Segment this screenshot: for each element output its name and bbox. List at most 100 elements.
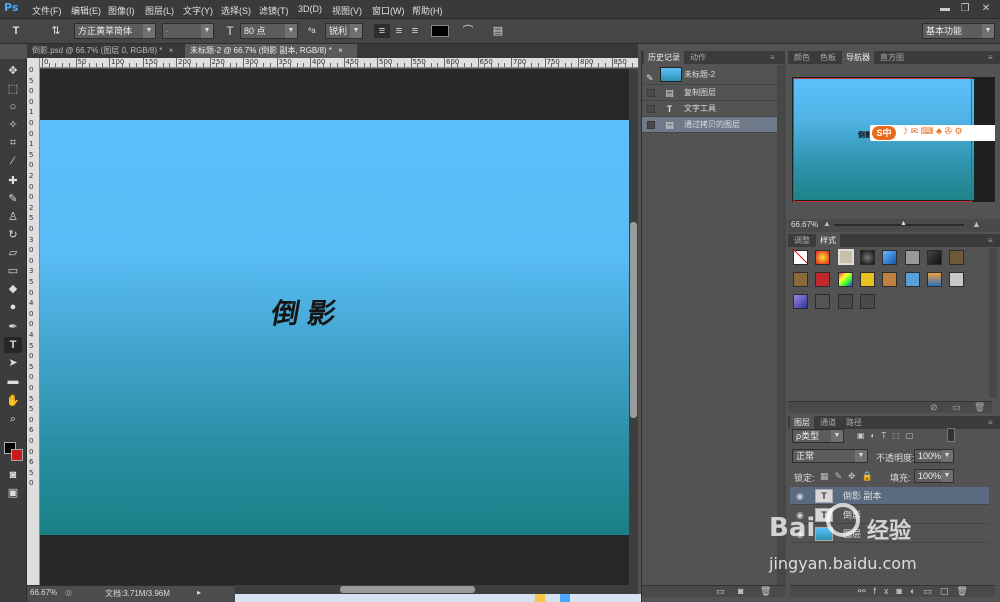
clear-style-icon[interactable]: ⊘ bbox=[930, 402, 938, 413]
menu-view[interactable]: 视图(V) bbox=[332, 4, 362, 17]
blur-tool-icon[interactable]: ◆ bbox=[4, 281, 22, 297]
menu-window[interactable]: 窗口(W) bbox=[372, 4, 405, 17]
shape-tool-icon[interactable]: ▬ bbox=[4, 373, 22, 389]
vertical-scroll-thumb[interactable] bbox=[630, 222, 637, 418]
doc-tab-reflection[interactable]: 倒影.psd @ 66.7% (图层 0, RGB/8) * × bbox=[27, 44, 177, 58]
type-tool-icon[interactable]: T bbox=[4, 337, 22, 353]
menu-edit[interactable]: 编辑(E) bbox=[71, 4, 101, 17]
menu-filter[interactable]: 滤镜(T) bbox=[259, 4, 289, 17]
marquee-tool-icon[interactable]: ⬚ bbox=[4, 81, 22, 97]
hand-tool-icon[interactable]: ✋ bbox=[4, 393, 22, 409]
close-icon[interactable]: × bbox=[338, 46, 343, 55]
history-source-checkbox[interactable] bbox=[647, 89, 655, 97]
gradient-tool-icon[interactable]: ▭ bbox=[4, 263, 22, 279]
style-swatch[interactable] bbox=[860, 294, 875, 309]
close-icon[interactable]: × bbox=[169, 46, 174, 55]
style-swatch[interactable] bbox=[838, 272, 853, 287]
history-source-checkbox[interactable] bbox=[647, 105, 655, 113]
menu-image[interactable]: 图像(I) bbox=[108, 4, 135, 17]
new-document-from-state-icon[interactable]: ▭ bbox=[716, 586, 725, 597]
snapshot-camera-icon[interactable]: ◙ bbox=[738, 586, 743, 596]
fill-input[interactable]: 100% ▼ bbox=[914, 469, 954, 483]
menu-layer[interactable]: 图层(L) bbox=[145, 4, 174, 17]
style-swatch[interactable] bbox=[927, 272, 942, 287]
zoom-out-icon[interactable]: ▲ bbox=[823, 219, 831, 228]
navigator-preview[interactable]: 倒影 S中 ☽ ✉ ⌨ ♣ ✇ ⚙ bbox=[792, 77, 995, 202]
path-selection-tool-icon[interactable]: ➤ bbox=[4, 355, 22, 371]
align-right-icon[interactable]: ≡ bbox=[407, 24, 423, 38]
tab-layers[interactable]: 图层 bbox=[790, 416, 814, 429]
style-swatch[interactable] bbox=[793, 294, 808, 309]
menu-file[interactable]: 文件(F) bbox=[32, 4, 62, 17]
background-color-swatch[interactable] bbox=[11, 449, 23, 461]
document-canvas[interactable]: 倒影 bbox=[40, 120, 629, 535]
style-swatch[interactable] bbox=[882, 250, 897, 265]
font-style-select[interactable]: - ▼ bbox=[162, 23, 214, 39]
sogou-ime-icon[interactable]: S中 bbox=[872, 126, 896, 140]
history-item-selected[interactable]: ▤ 通过拷贝的图层 bbox=[642, 117, 777, 133]
workspace-select[interactable]: 基本功能 ▼ bbox=[922, 23, 995, 39]
style-swatch-none[interactable] bbox=[792, 248, 808, 265]
vertical-ruler[interactable]: 0500100150200250300350400450500550600650 bbox=[27, 58, 40, 585]
menu-3d[interactable]: 3D(D) bbox=[298, 4, 322, 14]
style-swatch[interactable] bbox=[949, 250, 964, 265]
crop-tool-icon[interactable]: ⌗ bbox=[4, 135, 22, 151]
minimize-button[interactable]: ▬ bbox=[935, 1, 955, 16]
move-tool-icon[interactable]: ✥ bbox=[4, 63, 22, 79]
lasso-tool-icon[interactable]: ○ bbox=[4, 99, 22, 115]
healing-brush-tool-icon[interactable]: ✚ bbox=[4, 173, 22, 189]
style-swatch[interactable] bbox=[860, 250, 875, 265]
dodge-tool-icon[interactable]: ● bbox=[4, 299, 22, 315]
quick-mask-icon[interactable]: ◙ bbox=[4, 467, 22, 483]
history-source-checkbox[interactable] bbox=[647, 121, 655, 129]
character-panel-icon[interactable]: ▤ bbox=[490, 24, 506, 38]
style-swatch[interactable] bbox=[905, 250, 920, 265]
history-item[interactable]: T 文字工具 bbox=[642, 101, 777, 117]
horizontal-scroll-thumb[interactable] bbox=[340, 586, 475, 593]
tab-channels[interactable]: 通道 bbox=[816, 416, 840, 429]
menu-help[interactable]: 帮助(H) bbox=[412, 4, 443, 17]
style-swatch[interactable] bbox=[815, 272, 830, 287]
eyedropper-tool-icon[interactable]: ⁄ bbox=[4, 153, 22, 169]
new-style-icon[interactable]: ▭ bbox=[952, 402, 961, 413]
history-brush-source-icon[interactable]: ✎ bbox=[646, 70, 654, 86]
tab-navigator[interactable]: 导航器 bbox=[842, 51, 874, 64]
tab-color[interactable]: 颜色 bbox=[790, 51, 814, 64]
style-swatch[interactable] bbox=[815, 250, 830, 265]
tab-actions[interactable]: 动作 bbox=[686, 51, 710, 64]
clone-stamp-tool-icon[interactable]: ♙ bbox=[4, 209, 22, 225]
antialias-select[interactable]: 锐利 ▼ bbox=[325, 23, 363, 39]
status-icon[interactable]: ◎ bbox=[65, 588, 72, 597]
menu-select[interactable]: 选择(S) bbox=[221, 4, 251, 17]
canvas-text-layer[interactable]: 倒影 bbox=[268, 292, 347, 332]
taskbar-folder-icon[interactable] bbox=[535, 594, 545, 602]
style-swatch[interactable] bbox=[949, 272, 964, 287]
font-size-select[interactable]: 80 点 ▼ bbox=[240, 23, 298, 39]
layer-filter-select[interactable]: ρ类型 ▼ bbox=[792, 429, 844, 443]
style-swatch[interactable] bbox=[882, 272, 897, 287]
filter-toggle[interactable] bbox=[947, 428, 955, 442]
magic-wand-tool-icon[interactable]: ✧ bbox=[4, 117, 22, 133]
ime-tools-icon[interactable]: ☽ ✉ ⌨ ♣ ✇ ⚙ bbox=[900, 126, 963, 137]
menu-type[interactable]: 文字(Y) bbox=[183, 4, 213, 17]
zoom-slider[interactable] bbox=[834, 224, 964, 226]
warp-text-icon[interactable]: ⌒ bbox=[460, 24, 476, 38]
toggle-text-orientation-icon[interactable]: ⇅ bbox=[48, 24, 64, 38]
close-button[interactable]: ✕ bbox=[976, 1, 996, 16]
style-swatch[interactable] bbox=[927, 250, 942, 265]
zoom-level[interactable]: 66.67% bbox=[30, 588, 57, 597]
panel-menu-icon[interactable]: ≡ bbox=[984, 51, 997, 64]
zoom-slider-thumb[interactable]: ▲ bbox=[900, 220, 907, 227]
lock-icons[interactable]: ▦✎✥🔒 bbox=[820, 471, 879, 482]
style-swatch-selected[interactable] bbox=[838, 249, 854, 265]
panel-menu-icon[interactable]: ≡ bbox=[766, 51, 779, 64]
zoom-tool-icon[interactable]: ⌕ bbox=[4, 411, 22, 427]
type-tool-icon[interactable]: T bbox=[8, 24, 24, 38]
tab-history[interactable]: 历史记录 bbox=[644, 51, 684, 64]
doc-tab-untitled[interactable]: 未标题-2 @ 66.7% (倒影 副本, RGB/8) * × bbox=[185, 44, 357, 58]
opacity-input[interactable]: 100% ▼ bbox=[914, 449, 954, 463]
history-item[interactable]: ▤ 复制图层 bbox=[642, 85, 777, 101]
tab-styles[interactable]: 样式 bbox=[816, 234, 840, 247]
blend-mode-select[interactable]: 正常 ▼ bbox=[792, 449, 868, 463]
panel-menu-icon[interactable]: ≡ bbox=[984, 234, 997, 247]
